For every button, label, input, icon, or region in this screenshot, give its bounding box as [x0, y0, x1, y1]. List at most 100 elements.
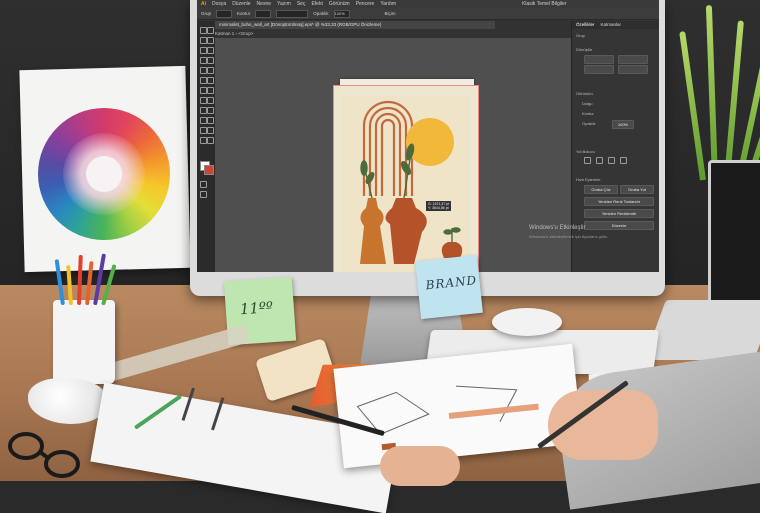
workspace-switcher[interactable]: Klasik Temel Bilgiler — [522, 1, 566, 7]
menu-item[interactable]: Yazım — [277, 1, 291, 7]
panel-appearance-label: Görünüm — [576, 91, 593, 96]
gradient-tool-icon[interactable] — [207, 107, 214, 114]
recolor-button[interactable]: Yeniden Renklendir — [584, 209, 654, 218]
stroke-label: Kontur — [237, 11, 251, 16]
tab-layers[interactable]: Katmanlar — [601, 21, 622, 29]
style-label: Biçim — [384, 11, 396, 16]
width-tool-icon[interactable] — [200, 97, 207, 104]
menu-bar: Ai Dosya Düzenle Nesne Yazım Seç Efekt G… — [197, 0, 659, 8]
menu-item[interactable]: Seç — [297, 1, 306, 7]
opacity-value: 100% — [334, 10, 345, 16]
windows-activation-title: Windows'u Etkinleştir — [529, 225, 586, 231]
panel-transform-label: Dönüştür — [576, 47, 593, 52]
stroke-color-icon[interactable] — [204, 165, 214, 175]
laptop-keyboard — [644, 300, 760, 360]
selection-label: Grup — [201, 11, 212, 16]
rectangle-tool-icon[interactable] — [200, 67, 207, 74]
panel-tabs: Özellikler Katmanlar — [572, 21, 659, 29]
breadcrumb-group[interactable]: <Grup> — [238, 31, 253, 36]
menu-item[interactable]: Pencere — [356, 1, 375, 7]
screen-mode-icon[interactable] — [200, 191, 207, 198]
app-logo: Ai — [201, 1, 206, 7]
opacity-field[interactable]: 100% — [612, 120, 634, 129]
position-tooltip: G: 1671,47 pt Y: 3644,86 pt — [426, 201, 452, 211]
draw-mode-icon[interactable] — [200, 181, 207, 188]
direct-selection-tool-icon[interactable] — [207, 27, 214, 34]
mouse — [492, 308, 562, 336]
menu-item[interactable]: Görünüm — [329, 1, 350, 7]
stroke-label: Kontur — [582, 111, 594, 116]
laptop-screen — [708, 160, 760, 316]
minus-front-icon[interactable] — [596, 157, 603, 164]
fill-swatch[interactable] — [216, 9, 233, 18]
blend-tool-icon[interactable] — [207, 117, 214, 124]
eyedropper-icon[interactable] — [200, 117, 207, 124]
type-tool-icon[interactable] — [200, 57, 207, 64]
curvature-icon[interactable] — [207, 47, 214, 54]
eraser-icon[interactable] — [207, 77, 214, 84]
pathfinder-label: Yol Bulucu — [576, 149, 595, 154]
color-wheel-center — [86, 156, 122, 192]
sticky-note-green-text: 11ºº — [239, 298, 274, 319]
arrange-button[interactable]: Düzenle — [584, 221, 654, 230]
w-field[interactable] — [618, 55, 648, 64]
line-tool-icon[interactable] — [207, 57, 214, 64]
document-tab[interactable]: minimalist_boho_wall_art [Dönüştürülmüş]… — [215, 21, 495, 29]
eyeglasses — [8, 432, 80, 478]
paintbrush-icon[interactable] — [207, 67, 214, 74]
zoom-tool-icon[interactable] — [207, 137, 214, 144]
brush-field[interactable] — [276, 9, 309, 18]
selection-tool-icon[interactable] — [200, 27, 207, 34]
panel-group-label: Grup — [576, 33, 585, 38]
scale-tool-icon[interactable] — [207, 87, 214, 94]
slice-tool-icon[interactable] — [207, 127, 214, 134]
menu-item[interactable]: Dosya — [212, 1, 226, 7]
h-field[interactable] — [618, 65, 648, 74]
isolate-button[interactable]: Gruba Yut — [620, 185, 654, 194]
exclude-icon[interactable] — [620, 157, 627, 164]
lasso-icon[interactable] — [207, 37, 214, 44]
menu-item[interactable]: Yardım — [380, 1, 396, 7]
y-field[interactable] — [584, 65, 614, 74]
hand-tool-icon[interactable] — [200, 137, 207, 144]
options-bar: Grup Kontur Opaklık 100% Biçim — [197, 8, 659, 20]
rotate-tool-icon[interactable] — [200, 87, 207, 94]
monitor-screen: Ai Dosya Düzenle Nesne Yazım Seç Efekt G… — [197, 0, 659, 272]
windows-activation-subtitle: Windows'u etkinleştirmek için Ayarlar'a … — [529, 234, 609, 239]
person-hand-left — [380, 446, 460, 486]
sticky-note-blue: BRAND — [415, 254, 483, 320]
boho-artwork — [342, 96, 470, 272]
shape-builder-icon[interactable] — [200, 107, 207, 114]
pencil-cup — [53, 300, 115, 384]
intersect-icon[interactable] — [608, 157, 615, 164]
artboard-tool-icon[interactable] — [200, 127, 207, 134]
unite-icon[interactable] — [584, 157, 591, 164]
colored-pencils — [54, 250, 117, 306]
pen-tool-icon[interactable] — [200, 47, 207, 54]
canvas[interactable]: G: 1671,47 pt Y: 3644,86 pt — [215, 38, 571, 272]
tools-panel — [197, 21, 215, 272]
tab-properties[interactable]: Özellikler — [576, 21, 595, 29]
recolor-tone-button[interactable]: Yeniden Renk Tonlandır — [584, 197, 654, 206]
magic-wand-icon[interactable] — [200, 37, 207, 44]
pencil-tool-icon[interactable] — [200, 77, 207, 84]
sticky-note-blue-text: BRAND — [424, 273, 478, 293]
artboard[interactable]: G: 1671,47 pt Y: 3644,86 pt — [333, 85, 479, 272]
sun-icon — [406, 118, 454, 166]
x-field[interactable] — [584, 55, 614, 64]
tooltip-y: Y: 3644,86 pt — [428, 206, 449, 210]
quick-actions-label: Hızlı Eylemler — [576, 177, 601, 182]
plant — [679, 0, 760, 181]
opacity-label: Opaklık — [582, 121, 596, 126]
menu-item[interactable]: Efekt — [311, 1, 322, 7]
fill-label: Dolgu — [582, 101, 593, 106]
opacity-label: Opaklık — [313, 11, 329, 16]
menu-item[interactable]: Nesne — [257, 1, 271, 7]
ungroup-button[interactable]: Gruba Çöz — [584, 185, 618, 194]
free-transform-icon[interactable] — [207, 97, 214, 104]
breadcrumb-layer[interactable]: Katman 1 — [215, 31, 234, 36]
opacity-field[interactable]: 100% — [333, 9, 350, 18]
stroke-field[interactable] — [255, 9, 272, 18]
menu-item[interactable]: Düzenle — [232, 1, 250, 7]
breadcrumb: Katman 1 › <Grup> — [215, 31, 254, 36]
